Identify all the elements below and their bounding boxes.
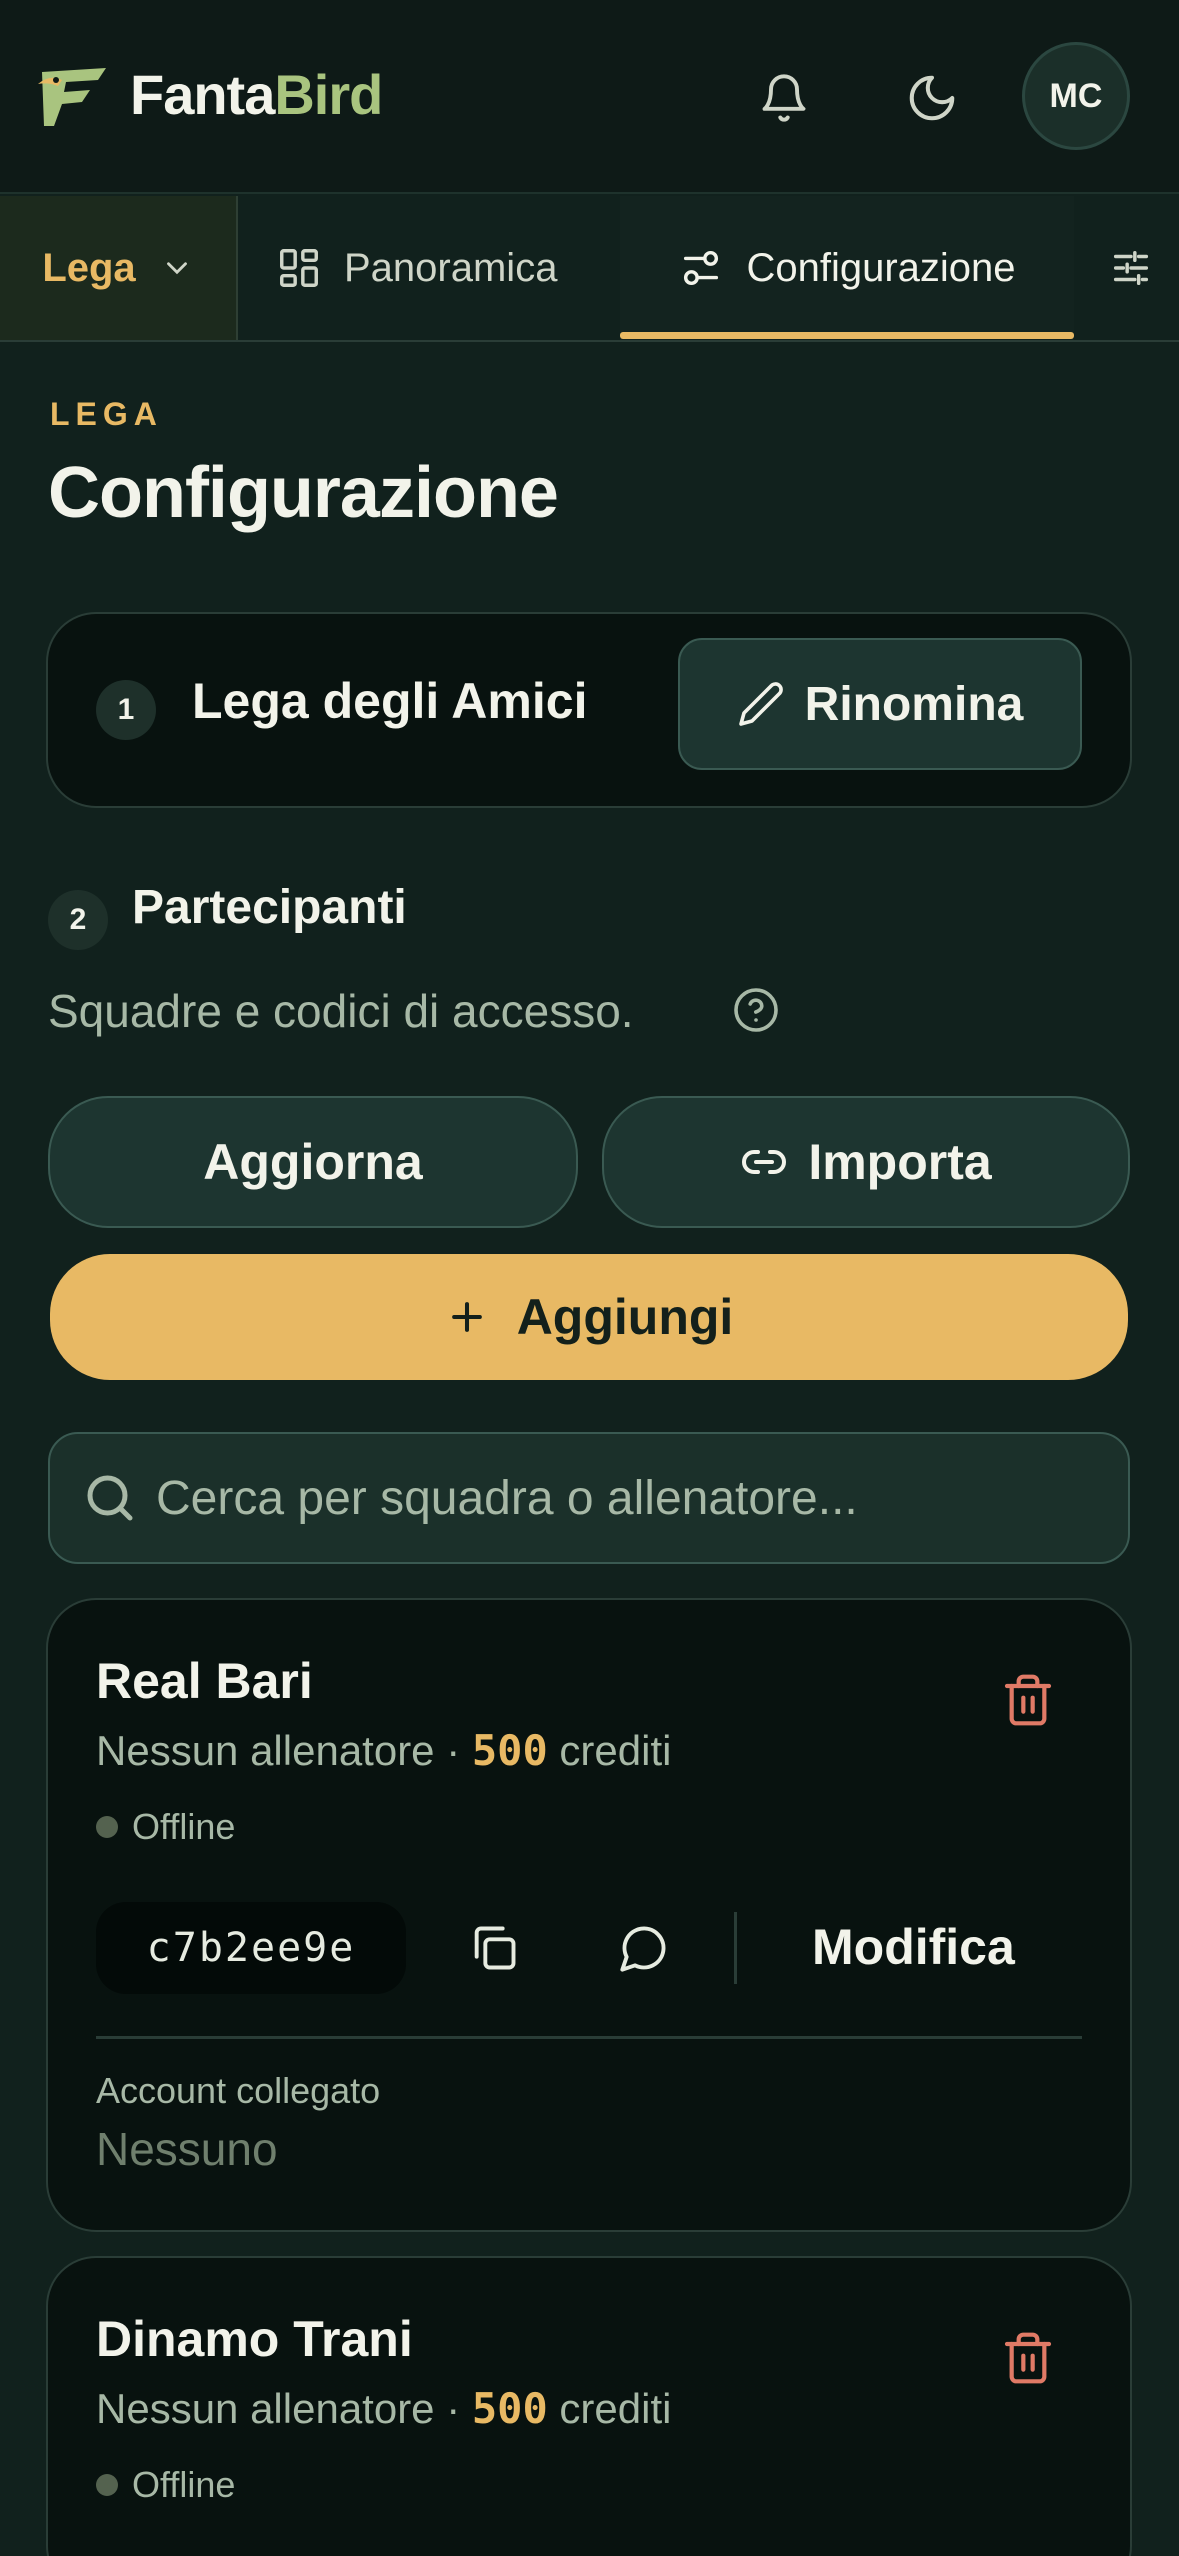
step-badge: 2 xyxy=(48,890,108,950)
refresh-label: Aggiorna xyxy=(203,1134,423,1190)
chevron-down-icon xyxy=(166,262,187,275)
refresh-button[interactable]: Aggiorna xyxy=(48,1096,578,1228)
page-title: Configurazione xyxy=(48,453,559,533)
separator: · xyxy=(446,1727,461,1774)
import-button[interactable]: Importa xyxy=(602,1096,1130,1228)
status-label: Offline xyxy=(132,2464,236,2505)
share-message-button[interactable] xyxy=(604,1908,684,1988)
linked-account-label: Account collegato xyxy=(96,2070,381,2111)
search-input[interactable] xyxy=(156,1452,1096,1544)
league-name: Lega degli Amici xyxy=(192,673,588,729)
team-meta: Nessun allenatore · 500 crediti xyxy=(96,1726,671,1775)
brand-name: FantaBird xyxy=(130,63,383,126)
tab-more[interactable] xyxy=(1108,196,1154,340)
separator: · xyxy=(446,2385,461,2432)
link-icon xyxy=(742,1150,787,1174)
import-label: Importa xyxy=(808,1134,992,1190)
pencil-icon xyxy=(738,682,783,726)
grid-icon xyxy=(280,249,318,287)
league-selector[interactable]: Lega xyxy=(0,196,238,340)
page-eyebrow: LEGA xyxy=(50,396,163,432)
sliders-icon xyxy=(684,250,719,286)
divider xyxy=(96,2036,1082,2039)
add-team-label: Aggiungi xyxy=(516,1289,734,1345)
step-badge: 1 xyxy=(96,680,156,740)
credits-unit: crediti xyxy=(559,1727,672,1774)
coach-name: Nessun allenatore xyxy=(96,2385,435,2432)
help-icon[interactable] xyxy=(732,986,780,1034)
linked-account-value: Nessuno xyxy=(96,2123,278,2175)
moon-icon[interactable] xyxy=(900,66,964,130)
avatar[interactable]: MC xyxy=(1022,42,1130,150)
edit-button[interactable]: Modifica xyxy=(812,1918,1015,1976)
trash-icon[interactable] xyxy=(1000,1672,1056,1728)
rename-label: Rinomina xyxy=(804,677,1024,731)
tab-panoramica[interactable]: Panoramica xyxy=(276,196,557,340)
tab-configurazione[interactable]: Configurazione xyxy=(620,196,1074,340)
active-tab-indicator xyxy=(620,332,1074,339)
tab-label: Configurazione xyxy=(746,245,1016,290)
logo-icon[interactable] xyxy=(36,64,110,130)
credits-unit: crediti xyxy=(559,2385,672,2432)
credits-value: 500 xyxy=(471,1726,548,1775)
add-team-button[interactable]: Aggiungi xyxy=(50,1254,1128,1380)
credits-value: 500 xyxy=(471,2384,548,2433)
access-code[interactable]: c7b2ee9e xyxy=(96,1902,406,1994)
section-subtitle: Squadre e codici di accesso. xyxy=(48,985,634,1037)
tab-label: Panoramica xyxy=(344,245,558,290)
copy-icon xyxy=(474,1926,516,1970)
plus-icon xyxy=(451,1302,482,1332)
section-title: Partecipanti xyxy=(132,881,407,934)
status-indicator: Offline xyxy=(96,2464,235,2506)
status-indicator: Offline xyxy=(96,1806,235,1848)
coach-name: Nessun allenatore xyxy=(96,1727,435,1774)
settings-sliders-icon xyxy=(1113,250,1149,286)
copy-button[interactable] xyxy=(454,1908,534,1988)
team-name: Dinamo Trani xyxy=(96,2311,413,2367)
team-name: Real Bari xyxy=(96,1653,313,1709)
message-circle-icon xyxy=(620,1926,666,1972)
rename-button[interactable]: Rinomina xyxy=(678,638,1082,770)
status-dot xyxy=(96,2474,118,2496)
bell-icon[interactable] xyxy=(752,66,816,130)
status-label: Offline xyxy=(132,1806,236,1847)
league-selector-label: Lega xyxy=(42,245,136,290)
divider xyxy=(734,1912,737,1984)
team-meta: Nessun allenatore · 500 crediti xyxy=(96,2384,671,2433)
trash-icon[interactable] xyxy=(1000,2330,1056,2386)
status-dot xyxy=(96,1816,118,1838)
search-icon xyxy=(87,1475,133,1521)
